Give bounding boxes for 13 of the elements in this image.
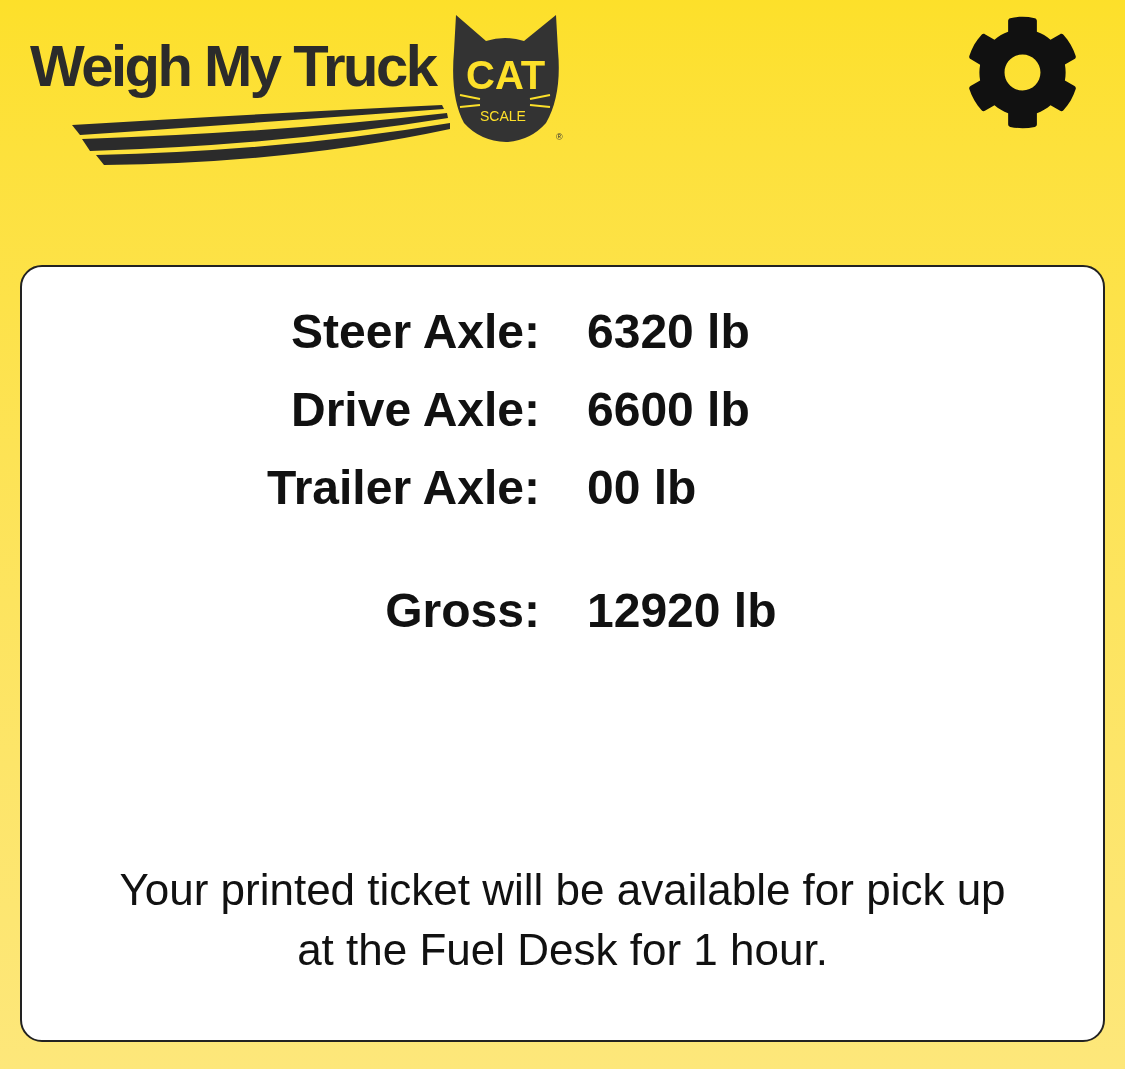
- logo-badge-text: CAT: [466, 55, 546, 95]
- gross-label: Gross:: [384, 583, 540, 639]
- gross-value: 12920 lb: [587, 583, 778, 639]
- logo-title: Weigh My Truck: [30, 32, 438, 100]
- weight-value: 6320 lb: [587, 304, 751, 360]
- weight-label: Steer Axle:: [290, 304, 540, 360]
- weight-label: Trailer Axle:: [265, 460, 540, 516]
- pickup-notice: Your printed ticket will be available for pick up at the Fuel Desk for 1 hour.: [118, 864, 1007, 976]
- weight-value: 6600 lb: [587, 382, 751, 438]
- weight-label: Drive Axle:: [290, 382, 540, 438]
- logo-badge-sub: SCALE: [480, 109, 526, 123]
- weight-value: 00 lb: [587, 460, 698, 516]
- registered-mark: ®: [556, 133, 563, 142]
